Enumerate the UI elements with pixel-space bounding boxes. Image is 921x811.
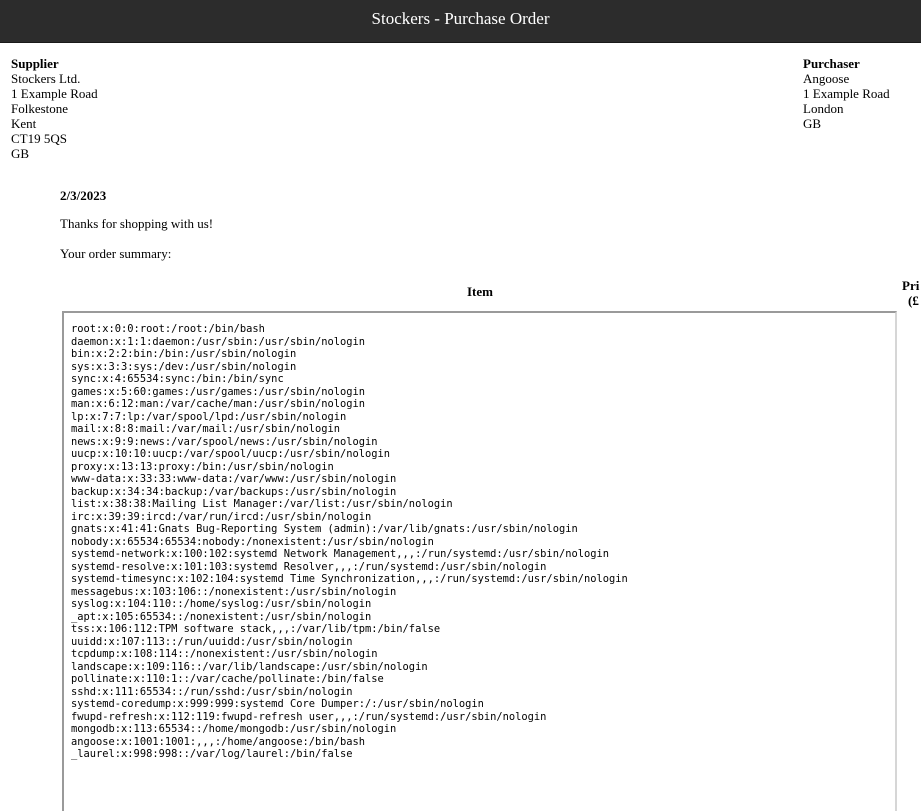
- item-content-line: games:x:5:60:games:/usr/games:/usr/sbin/…: [71, 385, 366, 398]
- title-bar: Stockers - Purchase Order: [0, 0, 921, 43]
- item-content: root:x:0:0:root:/root:/bin/bash daemon:x:…: [71, 323, 895, 761]
- price-header-line: Pri: [902, 278, 920, 293]
- purchaser-line: GB: [803, 116, 822, 131]
- price-header-line: (£: [908, 293, 919, 308]
- item-content-line: pollinate:x:110:1::/var/cache/pollinate:…: [71, 673, 384, 685]
- item-content-line: systemd-coredump:x:999:999:systemd Core …: [71, 698, 484, 710]
- item-content-line: gnats:x:41:41:Gnats Bug-Reporting System…: [71, 523, 578, 535]
- item-content-line: tss:x:106:112:TPM software stack,,,:/var…: [71, 623, 441, 635]
- item-content-line: messagebus:x:103:106::/nonexistent:/usr/…: [71, 585, 397, 598]
- price-column-header: Pri (£: [902, 278, 919, 308]
- item-content-line: nobody:x:65534:65534:nobody:/nonexistent…: [71, 535, 434, 548]
- item-content-line: fwupd-refresh:x:112:119:fwupd-refresh us…: [71, 710, 547, 723]
- item-content-line: sync:x:4:65534:sync:/bin:/bin/sync: [71, 373, 284, 385]
- item-content-line: lp:x:7:7:lp:/var/spool/lpd:/usr/sbin/nol…: [71, 410, 347, 423]
- item-content-line: systemd-network:x:100:102:systemd Networ…: [71, 548, 609, 560]
- item-content-line: news:x:9:9:news:/var/spool/news:/usr/sbi…: [71, 435, 378, 448]
- supplier-address: Supplier Stockers Ltd. 1 Example Road Fo…: [11, 56, 98, 161]
- supplier-line: 1 Example Road: [11, 86, 98, 101]
- supplier-line: Folkestone: [11, 101, 69, 116]
- order-summary-label: Your order summary:: [60, 246, 172, 261]
- supplier-line: GB: [11, 146, 30, 161]
- item-content-line: list:x:38:38:Mailing List Manager:/var/l…: [71, 498, 453, 510]
- item-content-line: www-data:x:33:33:www-data:/var/www:/usr/…: [71, 473, 397, 485]
- item-content-line: man:x:6:12:man:/var/cache/man:/usr/sbin/…: [71, 398, 366, 410]
- purchaser-line: Angoose: [803, 71, 850, 86]
- supplier-heading: Supplier: [11, 56, 59, 71]
- item-content-line: syslog:x:104:110::/home/syslog:/usr/sbin…: [71, 598, 372, 610]
- item-content-line: landscape:x:109:116::/var/lib/landscape:…: [71, 660, 428, 673]
- item-content-line: tcpdump:x:108:114::/nonexistent:/usr/sbi…: [71, 648, 378, 660]
- purchaser-address: Purchaser Angoose 1 Example Road London …: [803, 56, 890, 131]
- item-content-line: root:x:0:0:root:/root:/bin/bash: [71, 323, 265, 335]
- item-content-line: systemd-timesync:x:102:104:systemd Time …: [71, 573, 628, 585]
- item-content-line: sshd:x:111:65534::/run/sshd:/usr/sbin/no…: [71, 685, 353, 698]
- item-content-line: backup:x:34:34:backup:/var/backups:/usr/…: [71, 485, 397, 498]
- item-cell: root:x:0:0:root:/root:/bin/bash daemon:x:…: [62, 311, 897, 811]
- item-content-line: uuidd:x:107:113::/run/uuidd:/usr/sbin/no…: [71, 635, 353, 648]
- item-content-line: proxy:x:13:13:proxy:/bin:/usr/sbin/nolog…: [71, 460, 334, 473]
- item-content-line: _laurel:x:998:998::/var/log/laurel:/bin/…: [71, 748, 353, 760]
- item-content-line: angoose:x:1001:1001:,,,:/home/angoose:/b…: [71, 735, 366, 748]
- item-content-line: _apt:x:105:65534::/nonexistent:/usr/sbin…: [71, 610, 372, 623]
- item-column-header: Item: [467, 284, 493, 299]
- item-content-line: uucp:x:10:10:uucp:/var/spool/uucp:/usr/s…: [71, 448, 391, 460]
- item-content-line: sys:x:3:3:sys:/dev:/usr/sbin/nologin: [71, 360, 297, 373]
- supplier-line: Kent: [11, 116, 37, 131]
- item-content-line: irc:x:39:39:ircd:/var/run/ircd:/usr/sbin…: [71, 510, 372, 523]
- item-content-line: systemd-resolve:x:101:103:systemd Resolv…: [71, 560, 547, 573]
- page-title: Stockers - Purchase Order: [371, 9, 550, 28]
- purchaser-heading: Purchaser: [803, 56, 860, 71]
- item-content-line: mongodb:x:113:65534::/home/mongodb:/usr/…: [71, 723, 397, 735]
- purchaser-line: 1 Example Road: [803, 86, 890, 101]
- item-content-line: mail:x:8:8:mail:/var/mail:/usr/sbin/nolo…: [71, 423, 340, 435]
- item-content-line: bin:x:2:2:bin:/bin:/usr/sbin/nologin: [71, 348, 297, 360]
- supplier-line: CT19 5QS: [11, 131, 67, 146]
- item-content-line: daemon:x:1:1:daemon:/usr/sbin:/usr/sbin/…: [71, 335, 366, 348]
- purchaser-line: London: [803, 101, 844, 116]
- order-date: 2/3/2023: [60, 188, 107, 203]
- supplier-line: Stockers Ltd.: [11, 71, 81, 86]
- thanks-message: Thanks for shopping with us!: [60, 216, 214, 231]
